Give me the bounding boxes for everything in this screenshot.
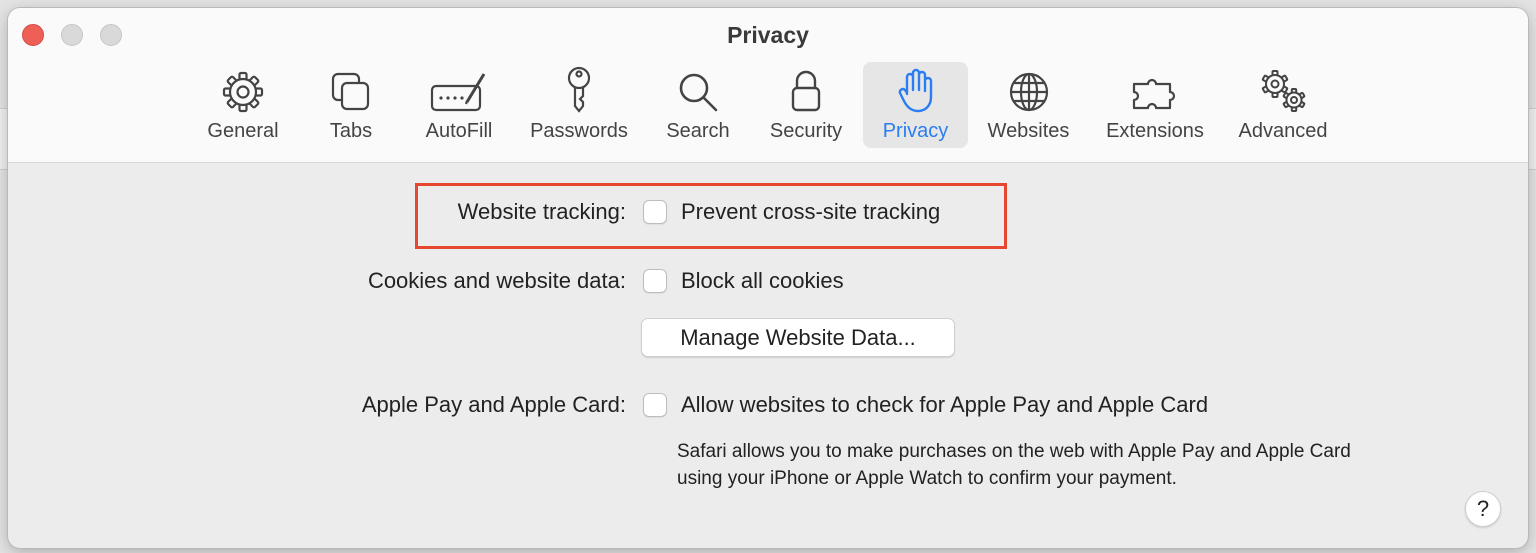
tab-extensions[interactable]: Extensions (1094, 62, 1216, 148)
gears-icon (1257, 62, 1309, 114)
gear-icon (221, 62, 265, 114)
tab-websites[interactable]: Websites (976, 62, 1081, 148)
tabs-icon (329, 62, 373, 114)
tab-label: Advanced (1238, 120, 1328, 142)
tab-passwords[interactable]: Passwords (523, 62, 635, 148)
tab-security[interactable]: Security (760, 62, 852, 148)
tab-label: Extensions (1106, 120, 1204, 142)
tab-general[interactable]: General (198, 62, 288, 148)
tab-label: General (207, 120, 279, 142)
tab-label: Search (666, 120, 730, 142)
window-title: Privacy (727, 22, 809, 48)
tab-search[interactable]: Search (656, 62, 740, 148)
website-tracking-label: Website tracking: (457, 199, 626, 224)
help-button[interactable]: ? (1465, 491, 1501, 527)
tab-label: Privacy (882, 120, 949, 142)
prevent-cross-site-tracking-label[interactable]: Prevent cross-site tracking (681, 199, 940, 225)
tab-label: Tabs (329, 120, 373, 142)
globe-icon (1007, 62, 1051, 114)
apple-pay-description: Safari allows you to make purchases on t… (677, 441, 1351, 489)
privacy-preferences-window: Privacy General Tabs AutoFill Passwords … (8, 8, 1528, 548)
tab-label: Passwords (530, 120, 628, 142)
tab-advanced[interactable]: Advanced (1230, 62, 1336, 148)
block-all-cookies-checkbox[interactable] (643, 269, 667, 293)
allow-apple-pay-check-label[interactable]: Allow websites to check for Apple Pay an… (681, 392, 1208, 418)
cookies-label: Cookies and website data: (367, 268, 626, 293)
manage-website-data-button[interactable]: Manage Website Data... (641, 318, 955, 357)
lock-icon (788, 62, 824, 114)
autofill-icon (429, 62, 489, 114)
puzzle-icon (1126, 62, 1184, 114)
apple-pay-label: Apple Pay and Apple Card: (361, 392, 626, 417)
allow-apple-pay-check-checkbox[interactable] (643, 393, 667, 417)
toolbar: Privacy General Tabs AutoFill Passwords … (8, 8, 1528, 163)
block-all-cookies-label[interactable]: Block all cookies (681, 268, 844, 294)
hand-icon (896, 62, 936, 114)
tab-label: Security (769, 120, 843, 142)
search-icon (676, 62, 720, 114)
prevent-cross-site-tracking-checkbox[interactable] (643, 200, 667, 224)
tab-privacy[interactable]: Privacy (863, 62, 968, 148)
privacy-pane: Website tracking: Prevent cross-site tra… (8, 163, 1528, 548)
tab-label: Websites (987, 120, 1070, 142)
tab-autofill[interactable]: AutoFill (414, 62, 504, 148)
tab-label: AutoFill (425, 120, 493, 142)
tab-tabs[interactable]: Tabs (311, 62, 391, 148)
key-icon (557, 62, 601, 114)
